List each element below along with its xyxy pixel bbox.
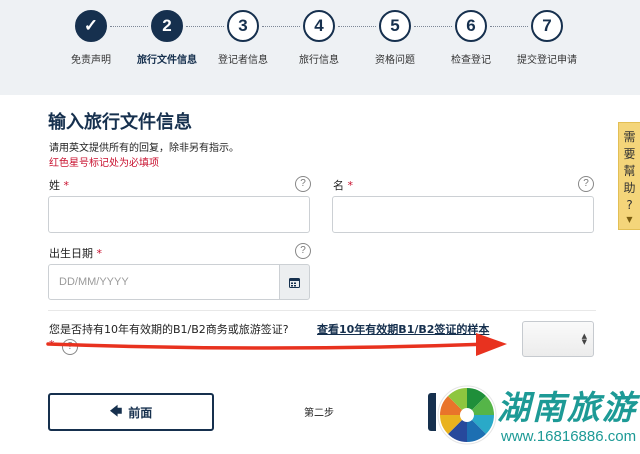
watermark-url: www.16816886.com (501, 428, 637, 445)
required-fields-note: 红色星号标记处为必填项 (49, 158, 159, 169)
progress-stepper: ✓ 免责声明 2 旅行文件信息 3 登记者信息 4 旅行信息 5 资格问题 6 … (0, 0, 640, 95)
section-divider (48, 310, 596, 311)
visa-select[interactable]: ▲ ▼ (522, 321, 594, 357)
step-7-label: 提交登记申请 (517, 55, 577, 66)
step-2-number: 2 (151, 10, 183, 42)
surname-help-icon[interactable]: ? (295, 176, 311, 192)
step-5[interactable]: 5 资格问题 (357, 10, 433, 66)
help-tab-char: ? (626, 198, 633, 212)
given-name-label: 名 * (333, 179, 354, 192)
help-tab-char: 要 (623, 147, 636, 161)
step-3-label: 登记者信息 (218, 55, 268, 66)
calendar-button[interactable] (279, 264, 310, 300)
step-indicator-text: 第二步 (304, 408, 334, 419)
step-7-number: 7 (531, 10, 563, 42)
arrow-left-icon: 🡄 (109, 403, 123, 418)
next-button[interactable] (428, 393, 436, 431)
step-4-label: 旅行信息 (299, 55, 339, 66)
step-6-label: 检查登记 (451, 55, 491, 66)
visa-sample-link[interactable]: 查看10年有效期B1/B2签证的样本 (317, 321, 489, 337)
help-tab-char: 需 (623, 130, 636, 144)
watermark-text: 湖南旅游 (497, 388, 637, 427)
watermark-logo-icon (437, 385, 497, 445)
step-6-number: 6 (455, 10, 487, 42)
given-name-input[interactable] (332, 196, 594, 233)
required-asterisk: * (63, 179, 70, 192)
dob-input[interactable] (48, 264, 280, 300)
help-tab-char: 幫 (623, 164, 636, 178)
surname-label: 姓 * (49, 179, 70, 192)
step-1-label: 免责声明 (71, 55, 111, 66)
visa-question-label: 您是否持有10年有效期的B1/B2商务或旅游签证? (49, 323, 289, 336)
required-asterisk: * (347, 179, 354, 192)
back-button[interactable]: 🡄 前面 (48, 393, 214, 431)
visa-help-icon[interactable]: ? (62, 339, 78, 355)
step-5-number: 5 (379, 10, 411, 42)
step-5-label: 资格问题 (375, 55, 415, 66)
step-6[interactable]: 6 检查登记 (433, 10, 509, 66)
given-name-help-icon[interactable]: ? (578, 176, 594, 192)
help-tab-char: 助 (623, 181, 636, 195)
back-button-label: 前面 (128, 405, 153, 420)
surname-input[interactable] (48, 196, 310, 233)
required-asterisk: * (96, 247, 103, 260)
step-2-label: 旅行文件信息 (137, 55, 197, 66)
need-help-tab[interactable]: 需 要 幫 助 ? ▼ (618, 122, 640, 230)
step-3-number: 3 (227, 10, 259, 42)
step-1-check-icon: ✓ (75, 10, 107, 42)
step-7[interactable]: 7 提交登记申请 (509, 10, 585, 66)
dob-label: 出生日期 * (49, 247, 103, 260)
required-asterisk: * (49, 338, 55, 351)
page-title: 输入旅行文件信息 (48, 112, 192, 133)
step-2[interactable]: 2 旅行文件信息 (129, 10, 205, 66)
dob-help-icon[interactable]: ? (295, 243, 311, 259)
step-1[interactable]: ✓ 免责声明 (53, 10, 129, 66)
step-3[interactable]: 3 登记者信息 (205, 10, 281, 66)
caret-down-icon: ▼ (626, 215, 633, 224)
step-4-number: 4 (303, 10, 335, 42)
instructions-text: 请用英文提供所有的回复，除非另有指示。 (49, 143, 239, 154)
calendar-icon (289, 277, 300, 288)
step-4[interactable]: 4 旅行信息 (281, 10, 357, 66)
select-updown-icon: ▲ ▼ (581, 332, 587, 346)
